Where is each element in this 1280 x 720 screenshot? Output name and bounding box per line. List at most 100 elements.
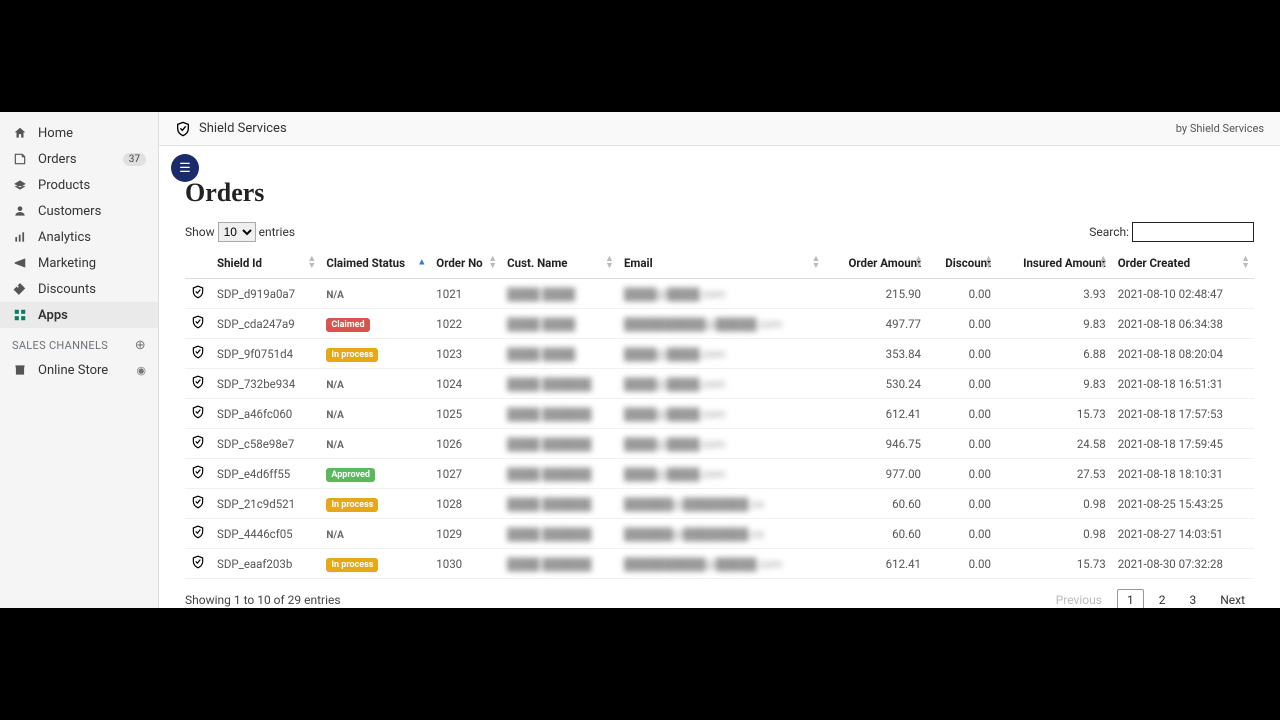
discounts-icon [12,281,28,297]
col-order-created[interactable]: Order Created▲▼ [1112,248,1254,279]
sidebar-item-products[interactable]: Products [0,172,158,198]
cell-amount: 497.77 [824,309,927,339]
sidebar-item-apps[interactable]: Apps [0,302,158,328]
cell-order-no: 1028 [430,489,501,519]
cell-insured: 15.73 [997,399,1112,429]
sales-channels-header: SALES CHANNELS ⊕ [0,328,158,357]
cell-cust: ████ ████ [501,339,618,369]
eye-icon[interactable]: ◉ [136,364,146,377]
table-row[interactable]: SDP_e4d6ff55Approved1027████ ██████████@… [185,459,1254,489]
sidebar: Home Orders 37 Products Customers [0,112,158,608]
status-badge: In process [326,498,378,512]
sidebar-item-analytics[interactable]: Analytics [0,224,158,250]
table-row[interactable]: SDP_cda247a9Claimed1022████ ████████████… [185,309,1254,339]
cell-shield-id: SDP_e4d6ff55 [211,459,320,489]
page-prev[interactable]: Previous [1047,590,1111,608]
cell-order-no: 1030 [430,549,501,579]
cell-email: ████@████.com [618,279,824,309]
shield-icon [175,121,191,137]
content: ☰ Orders Show 10 entries Search: [159,146,1280,608]
col-order-amount[interactable]: Order Amount▲▼ [824,248,927,279]
table-row[interactable]: SDP_9f0751d4In process1023████ ████████@… [185,339,1254,369]
cell-insured: 15.73 [997,549,1112,579]
col-claimed-status[interactable]: Claimed Status▲ [320,248,430,279]
main-area: Shield Services by Shield Services ☰ Ord… [158,112,1280,608]
sidebar-item-customers[interactable]: Customers [0,198,158,224]
col-shield-id[interactable]: Shield Id▲▼ [211,248,320,279]
table-row[interactable]: SDP_a46fc060N/A1025████ ██████████@████.… [185,399,1254,429]
sidebar-item-label: Analytics [38,230,91,245]
col-email[interactable]: Email▲▼ [618,248,824,279]
sidebar-item-home[interactable]: Home [0,120,158,146]
cell-created: 2021-08-30 07:32:28 [1112,549,1254,579]
cell-shield-id: SDP_eaaf203b [211,549,320,579]
table-row[interactable]: SDP_21c9d521In process1028████ █████████… [185,489,1254,519]
channel-online-store[interactable]: Online Store ◉ [0,357,158,383]
cell-order-no: 1025 [430,399,501,429]
page-3[interactable]: 3 [1180,590,1205,608]
cell-status: N/A [320,429,430,459]
cell-amount: 530.24 [824,369,927,399]
cell-created: 2021-08-18 16:51:31 [1112,369,1254,399]
marketing-icon [12,255,28,271]
cell-order-no: 1022 [430,309,501,339]
table-row[interactable]: SDP_4446cf05N/A1029████ ████████████@███… [185,519,1254,549]
search-input[interactable] [1132,222,1254,242]
cell-cust: ████ ██████ [501,549,618,579]
table-row[interactable]: SDP_c58e98e7N/A1026████ ██████████@████.… [185,429,1254,459]
page-2[interactable]: 2 [1150,590,1175,608]
cell-discount: 0.00 [927,549,997,579]
table-row[interactable]: SDP_732be934N/A1024████ ██████████@████.… [185,369,1254,399]
cell-cust: ████ ██████ [501,519,618,549]
page-next[interactable]: Next [1211,590,1254,608]
row-icon [185,339,211,369]
status-badge: N/A [326,440,344,451]
cell-discount: 0.00 [927,369,997,399]
cell-amount: 353.84 [824,339,927,369]
sidebar-item-orders[interactable]: Orders 37 [0,146,158,172]
store-icon [12,362,28,378]
page-1[interactable]: 1 [1117,589,1144,608]
page-size-select[interactable]: 10 [218,222,256,242]
cell-discount: 0.00 [927,279,997,309]
row-icon [185,369,211,399]
col-cust-name[interactable]: Cust. Name▲▼ [501,248,618,279]
col-order-no[interactable]: Order No▲▼ [430,248,501,279]
orders-count-badge: 37 [123,153,146,166]
add-channel-icon[interactable]: ⊕ [135,338,146,353]
cell-email: ████@████.com [618,339,824,369]
cell-discount: 0.00 [927,399,997,429]
cell-discount: 0.00 [927,429,997,459]
sidebar-item-label: Customers [38,204,101,219]
cell-status: N/A [320,519,430,549]
status-badge: N/A [326,380,344,391]
table-row[interactable]: SDP_eaaf203bIn process1030████ █████████… [185,549,1254,579]
sidebar-item-label: Discounts [38,282,96,297]
cell-insured: 9.83 [997,309,1112,339]
col-discount[interactable]: Discount▲▼ [927,248,997,279]
page-size-control: Show 10 entries [185,222,295,242]
row-icon [185,459,211,489]
table-row[interactable]: SDP_d919a0a7N/A1021████ ████████@████.co… [185,279,1254,309]
cell-shield-id: SDP_a46fc060 [211,399,320,429]
cell-status: In process [320,549,430,579]
sidebar-item-discounts[interactable]: Discounts [0,276,158,302]
cell-email: ██████████@█████.com [618,309,824,339]
home-icon [12,125,28,141]
cell-order-no: 1027 [430,459,501,489]
cell-shield-id: SDP_9f0751d4 [211,339,320,369]
table-footer: Showing 1 to 10 of 29 entries Previous 1… [185,579,1254,608]
cell-status: N/A [320,369,430,399]
table-info: Showing 1 to 10 of 29 entries [185,593,341,607]
app-topbar: Shield Services by Shield Services [159,112,1280,146]
cell-created: 2021-08-25 15:43:25 [1112,489,1254,519]
by-line: by Shield Services [1176,122,1264,135]
cell-insured: 0.98 [997,489,1112,519]
cell-insured: 9.83 [997,369,1112,399]
cell-status: N/A [320,279,430,309]
channel-label: Online Store [38,363,108,378]
status-badge: N/A [326,530,344,541]
col-insured-amount[interactable]: Insured Amount▲▼ [997,248,1112,279]
sidebar-item-marketing[interactable]: Marketing [0,250,158,276]
cell-shield-id: SDP_732be934 [211,369,320,399]
